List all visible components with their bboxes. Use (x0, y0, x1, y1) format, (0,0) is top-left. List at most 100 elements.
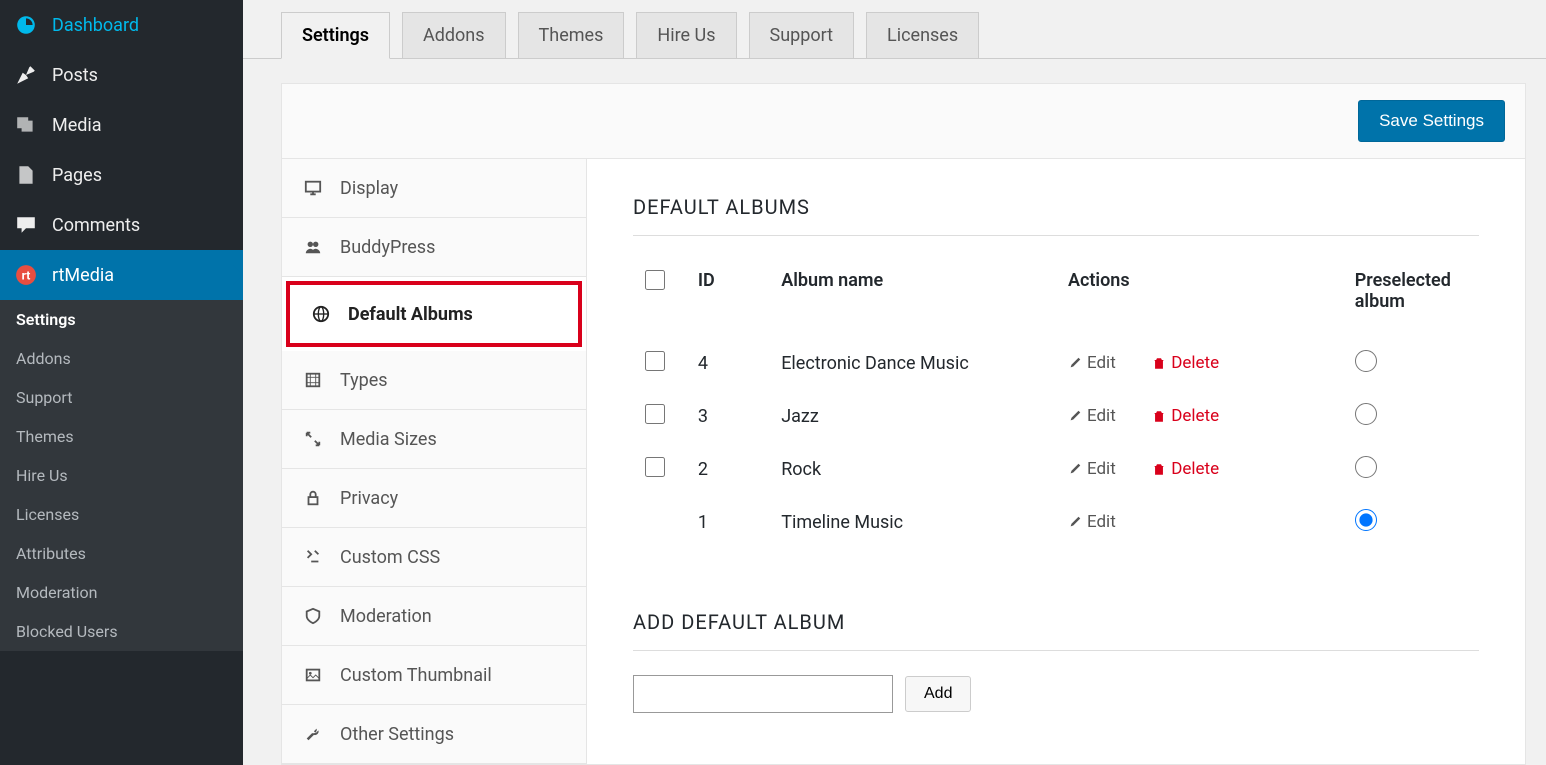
vtab-label: BuddyPress (340, 237, 435, 258)
image-icon (302, 664, 324, 686)
pages-icon (14, 163, 38, 187)
tab-addons[interactable]: Addons (402, 12, 506, 58)
vtab-label: Moderation (340, 606, 432, 627)
vtab-types[interactable]: Types (282, 351, 586, 410)
wrench-icon (302, 723, 324, 745)
row-name: Jazz (771, 391, 1056, 442)
submenu-support[interactable]: Support (0, 378, 243, 417)
vtab-custom-thumbnail[interactable]: Custom Thumbnail (282, 646, 586, 705)
nav-dashboard[interactable]: Dashboard (0, 0, 243, 50)
save-settings-button[interactable]: Save Settings (1358, 100, 1505, 142)
settings-body: Display BuddyPress Default Albums Types (282, 159, 1525, 764)
comment-icon (14, 213, 38, 237)
nav-rtmedia[interactable]: rt rtMedia (0, 250, 243, 300)
nav-posts[interactable]: Posts (0, 50, 243, 100)
edit-action[interactable]: Edit (1068, 512, 1116, 532)
table-row: 3 Jazz Edit Delete (635, 391, 1477, 442)
album-name-input[interactable] (633, 675, 893, 713)
submenu-licenses[interactable]: Licenses (0, 495, 243, 534)
delete-action[interactable]: Delete (1152, 406, 1219, 426)
submenu: Settings Addons Support Themes Hire Us L… (0, 300, 243, 651)
submenu-addons[interactable]: Addons (0, 339, 243, 378)
preselect-radio[interactable] (1355, 456, 1377, 478)
submenu-hireus[interactable]: Hire Us (0, 456, 243, 495)
nav-comments[interactable]: Comments (0, 200, 243, 250)
media-icon (14, 113, 38, 137)
pencil-icon (1068, 356, 1082, 370)
tab-support[interactable]: Support (749, 12, 855, 58)
css-icon (302, 546, 324, 568)
table-row: 2 Rock Edit Delete (635, 444, 1477, 495)
vtab-custom-css[interactable]: Custom CSS (282, 528, 586, 587)
add-section: ADD DEFAULT ALBUM Add (633, 610, 1479, 713)
preselect-radio[interactable] (1355, 403, 1377, 425)
admin-sidebar: Dashboard Posts Media Pages Comments rt … (0, 0, 243, 765)
submenu-settings[interactable]: Settings (0, 300, 243, 339)
add-button[interactable]: Add (905, 676, 971, 712)
vtab-display[interactable]: Display (282, 159, 586, 218)
nav-pages[interactable]: Pages (0, 150, 243, 200)
vtab-label: Default Albums (348, 304, 473, 325)
pencil-icon (1068, 462, 1082, 476)
nav-media[interactable]: Media (0, 100, 243, 150)
header-name: Album name (771, 262, 1056, 336)
pencil-icon (1068, 409, 1082, 423)
globe-icon (310, 303, 332, 325)
trash-icon (1152, 409, 1166, 423)
submenu-blocked[interactable]: Blocked Users (0, 612, 243, 651)
nav-label: Posts (52, 65, 98, 86)
film-icon (302, 369, 324, 391)
nav-label: Pages (52, 165, 102, 186)
delete-action[interactable]: Delete (1152, 459, 1219, 479)
table-row: 1 Timeline Music Edit (635, 497, 1477, 548)
row-name: Rock (771, 444, 1056, 495)
submenu-attributes[interactable]: Attributes (0, 534, 243, 573)
add-form: Add (633, 675, 1479, 713)
main-content: Settings Addons Themes Hire Us Support L… (243, 0, 1546, 765)
tab-themes[interactable]: Themes (518, 12, 625, 58)
dashboard-icon (14, 13, 38, 37)
row-checkbox[interactable] (645, 404, 665, 424)
resize-icon (302, 428, 324, 450)
trash-icon (1152, 462, 1166, 476)
edit-action[interactable]: Edit (1068, 459, 1116, 479)
row-id: 1 (688, 497, 769, 548)
select-all-checkbox[interactable] (645, 270, 665, 290)
albums-table: ID Album name Actions Preselected album … (633, 260, 1479, 550)
trash-icon (1152, 356, 1166, 370)
section-title-default-albums: DEFAULT ALBUMS (633, 195, 1479, 236)
pin-icon (14, 63, 38, 87)
vtab-label: Custom Thumbnail (340, 665, 492, 686)
edit-action[interactable]: Edit (1068, 353, 1116, 373)
vtab-buddypress[interactable]: BuddyPress (282, 218, 586, 277)
tab-licenses[interactable]: Licenses (866, 12, 979, 58)
preselect-radio[interactable] (1355, 350, 1377, 372)
lock-icon (302, 487, 324, 509)
vtab-other-settings[interactable]: Other Settings (282, 705, 586, 764)
group-icon (302, 236, 324, 258)
svg-text:rt: rt (22, 268, 31, 282)
tab-settings[interactable]: Settings (281, 12, 390, 59)
vtab-moderation[interactable]: Moderation (282, 587, 586, 646)
vtab-label: Types (340, 370, 388, 391)
settings-wrap: Save Settings Display BuddyPress Default… (281, 83, 1526, 765)
preselect-radio[interactable] (1355, 509, 1377, 531)
vtab-privacy[interactable]: Privacy (282, 469, 586, 528)
row-checkbox[interactable] (645, 457, 665, 477)
nav-label: rtMedia (52, 265, 114, 286)
tab-hireus[interactable]: Hire Us (636, 12, 736, 58)
nav-label: Comments (52, 215, 140, 236)
row-name: Timeline Music (771, 497, 1056, 548)
vtab-label: Privacy (340, 488, 398, 509)
row-id: 3 (688, 391, 769, 442)
edit-action[interactable]: Edit (1068, 406, 1116, 426)
submenu-themes[interactable]: Themes (0, 417, 243, 456)
submenu-moderation[interactable]: Moderation (0, 573, 243, 612)
delete-action[interactable]: Delete (1152, 353, 1219, 373)
vtab-media-sizes[interactable]: Media Sizes (282, 410, 586, 469)
vtab-default-albums[interactable]: Default Albums (286, 281, 582, 347)
header-actions: Actions (1058, 262, 1343, 336)
row-checkbox[interactable] (645, 351, 665, 371)
section-title-add-album: ADD DEFAULT ALBUM (633, 610, 1479, 651)
vertical-tabs: Display BuddyPress Default Albums Types (282, 159, 587, 764)
